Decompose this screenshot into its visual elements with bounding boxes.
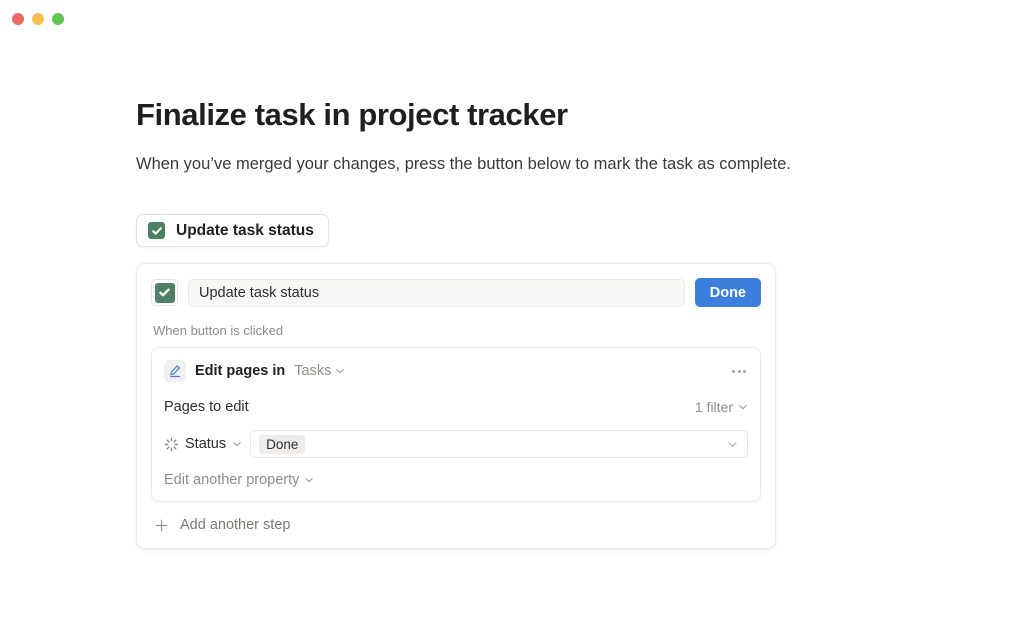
- database-selector[interactable]: Tasks: [294, 363, 345, 379]
- update-task-status-button-label: Update task status: [176, 221, 314, 239]
- add-another-step-button[interactable]: Add another step: [151, 502, 761, 548]
- status-value-tag: Done: [259, 434, 306, 454]
- chevron-down-icon: [305, 478, 314, 483]
- page-subtitle: When you’ve merged your changes, press t…: [136, 155, 791, 174]
- chevron-down-icon: [728, 441, 737, 447]
- action-step-header: Edit pages in Tasks: [164, 359, 748, 383]
- database-name: Tasks: [294, 363, 332, 380]
- plus-icon: [155, 519, 168, 531]
- editor-header-row: Done: [151, 278, 761, 308]
- property-value-select[interactable]: Done: [250, 430, 748, 459]
- pages-to-edit-label: Pages to edit: [164, 399, 249, 416]
- page-title: Finalize task in project tracker: [136, 97, 568, 132]
- edit-another-property-button[interactable]: Edit another property: [164, 472, 314, 488]
- property-name: Status: [185, 436, 227, 453]
- trigger-caption: When button is clicked: [153, 323, 284, 339]
- property-edit-row: Status Done: [164, 430, 748, 459]
- action-step-card: Edit pages in Tasks Pages to edit 1 filt…: [151, 347, 761, 503]
- button-editor-panel: Done When button is clicked Edit pages i…: [136, 263, 776, 550]
- edit-another-property-label: Edit another property: [164, 472, 300, 489]
- window-titlebar: [0, 0, 1024, 42]
- property-selector[interactable]: Status: [164, 436, 242, 452]
- traffic-light-group: [12, 13, 64, 25]
- update-task-status-button[interactable]: Update task status: [136, 214, 329, 248]
- chevron-down-icon: [233, 442, 241, 447]
- pages-to-edit-row: Pages to edit 1 filter: [164, 396, 748, 418]
- status-spinner-icon: [164, 437, 179, 451]
- app-window: Finalize task in project tracker When yo…: [0, 0, 1024, 640]
- button-icon-picker[interactable]: [151, 279, 178, 307]
- maximize-window-button[interactable]: [52, 13, 64, 25]
- ellipsis-horizontal-icon[interactable]: [730, 366, 748, 377]
- button-name-input[interactable]: [188, 278, 685, 307]
- close-window-button[interactable]: [12, 13, 24, 25]
- chevron-down-icon: [739, 405, 747, 410]
- pencil-edit-icon: [164, 360, 186, 383]
- chevron-down-icon: [336, 369, 345, 374]
- minimize-window-button[interactable]: [32, 13, 44, 25]
- filter-count-label: 1 filter: [694, 399, 733, 416]
- page-content: Finalize task in project tracker When yo…: [136, 96, 896, 550]
- checkbox-checked-icon: [148, 222, 165, 240]
- action-step-title: Edit pages in: [195, 363, 286, 380]
- add-another-step-label: Add another step: [180, 517, 291, 534]
- checkbox-checked-icon: [154, 282, 175, 303]
- done-button[interactable]: Done: [694, 278, 761, 308]
- filter-selector[interactable]: 1 filter: [695, 399, 748, 415]
